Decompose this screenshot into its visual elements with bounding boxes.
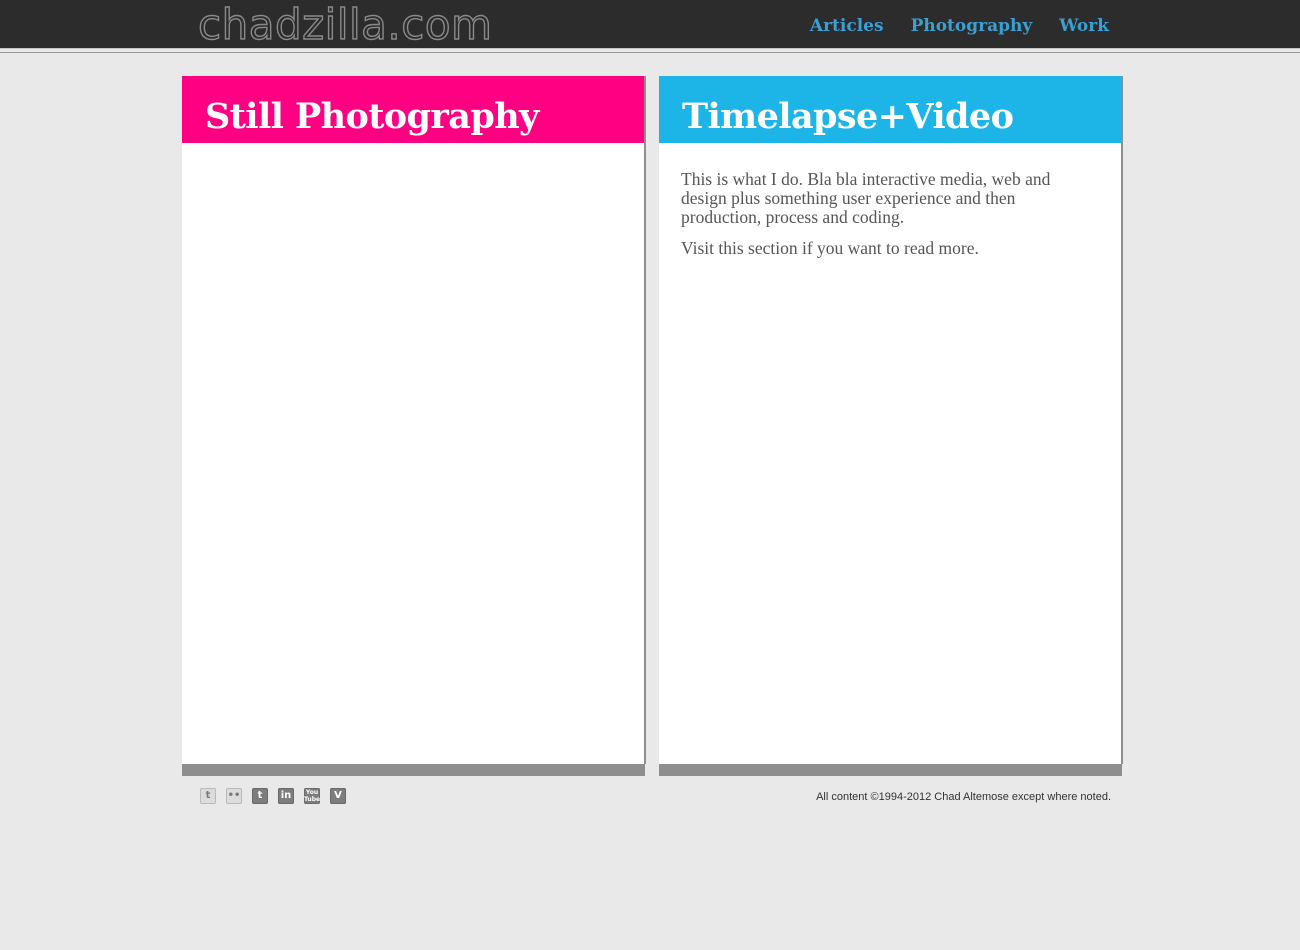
panel-title: Timelapse+Video <box>682 96 1014 137</box>
flickr-icon[interactable]: •• <box>226 788 242 804</box>
panel-body: This is what I do. Bla bla interactive m… <box>659 143 1121 258</box>
header-divider <box>0 48 1300 49</box>
panel-title: Still Photography <box>205 96 539 137</box>
panel-header: Still Photography <box>182 76 644 143</box>
linkedin-icon[interactable]: in <box>278 788 294 804</box>
panel-cta-text: Visit this section if you want to read m… <box>681 238 979 258</box>
header-divider-lower <box>0 52 1300 53</box>
twitter-icon[interactable]: t <box>200 788 216 804</box>
panel-description: This is what I do. Bla bla interactive m… <box>681 169 1051 227</box>
nav-link-articles[interactable]: Articles <box>810 16 884 36</box>
site-logo[interactable]: chadzilla.com <box>197 0 492 50</box>
tumblr-icon[interactable]: t <box>252 788 268 804</box>
still-photography-panel[interactable]: Still Photography <box>182 76 644 764</box>
top-bar: chadzilla.com Articles Photography Work <box>0 0 1300 50</box>
youtube-icon[interactable]: You Tube <box>304 788 320 804</box>
main-nav: Articles Photography Work <box>810 0 1109 52</box>
panel-header: Timelapse+Video <box>659 76 1121 143</box>
nav-link-photography[interactable]: Photography <box>911 16 1033 36</box>
timelapse-video-panel[interactable]: Timelapse+Video This is what I do. Bla b… <box>659 76 1121 764</box>
panel-body <box>182 143 644 170</box>
copyright-notice: All content ©1994-2012 Chad Altemose exc… <box>816 791 1111 803</box>
vimeo-icon[interactable]: V <box>330 788 346 804</box>
panel-bottom-bar <box>659 764 1122 776</box>
panel-bottom-bar <box>182 764 645 776</box>
nav-link-work[interactable]: Work <box>1059 16 1109 36</box>
social-links: t •• t in You Tube V <box>200 788 346 804</box>
